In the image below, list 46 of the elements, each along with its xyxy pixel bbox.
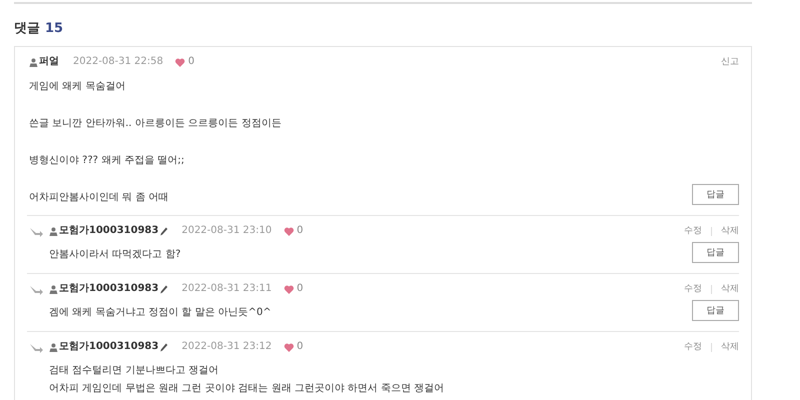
reply-arrow-icon — [29, 285, 43, 295]
author-name[interactable]: 모험가1000310983 — [59, 340, 159, 354]
comment-action-link[interactable]: 삭제 — [721, 224, 739, 238]
comment-text: 어차피안봄사이인데 뭐 좀 어때 — [29, 191, 170, 205]
user-icon — [49, 342, 58, 352]
author-name[interactable]: 모험가1000310983 — [59, 282, 159, 296]
like-count: 0 — [296, 340, 304, 354]
comment-action-link[interactable]: 삭제 — [721, 340, 739, 354]
comment-action-link[interactable]: 수정 — [684, 340, 702, 354]
reply-button[interactable]: 답글 — [692, 242, 739, 263]
author-name[interactable]: 퍼얼 — [39, 55, 59, 69]
pencil-icon — [160, 226, 168, 236]
reply-button[interactable]: 답글 — [692, 184, 739, 205]
heart-icon — [284, 226, 294, 236]
comment-text: 게임에 왜케 목숨걸어 — [29, 80, 126, 94]
comment-date: 2022-08-31 22:58 — [73, 55, 164, 69]
like-count: 0 — [296, 282, 304, 296]
comment-text: 겜에 왜케 목숨거냐고 정점이 할 말은 아닌듯^0^ — [49, 306, 272, 320]
comment-date: 2022-08-31 23:10 — [182, 224, 272, 238]
comment-action-link[interactable]: 수정 — [684, 224, 702, 238]
user-icon — [29, 58, 38, 66]
comment-text: 병형신이야 ??? 왜케 주접을 떨어;; — [29, 154, 186, 168]
pencil-icon — [160, 284, 168, 294]
like-count: 0 — [188, 55, 194, 69]
comment-action-link[interactable]: 신고 — [721, 55, 739, 69]
comment-action-link[interactable]: 수정 — [684, 282, 702, 296]
comment-action-link[interactable]: 삭제 — [721, 282, 739, 296]
comment-count: 15 — [45, 20, 64, 38]
comment-date: 2022-08-31 23:12 — [182, 340, 272, 354]
comment-text: 쓴글 보니깐 안타까워.. 아르릉이든 으르릉이든 정점이든 — [29, 117, 282, 131]
reply-button[interactable]: 답글 — [692, 300, 739, 321]
comment-text: 안봄사이라서 따먹겠다고 함? — [49, 248, 182, 262]
user-icon — [49, 226, 58, 236]
comment-date: 2022-08-31 23:11 — [182, 282, 272, 296]
section-title: 댓글 — [14, 20, 40, 38]
comment-text: 검태 점수털리면 기분나쁘다고 쟁걸어 — [49, 364, 220, 378]
user-icon — [49, 284, 58, 294]
heart-icon — [284, 342, 294, 352]
heart-icon — [284, 284, 294, 294]
pencil-icon — [160, 342, 168, 352]
author-name[interactable]: 모험가1000310983 — [59, 224, 159, 238]
comment-text: 어차피 게임인데 무법은 원래 그런 곳이야 검태는 원래 그런곳이야 하면서 죽으면 쟁걸어 — [49, 382, 444, 396]
like-count: 0 — [296, 224, 304, 238]
heart-icon — [175, 58, 186, 66]
reply-arrow-icon — [29, 343, 43, 353]
reply-arrow-icon — [29, 227, 43, 237]
